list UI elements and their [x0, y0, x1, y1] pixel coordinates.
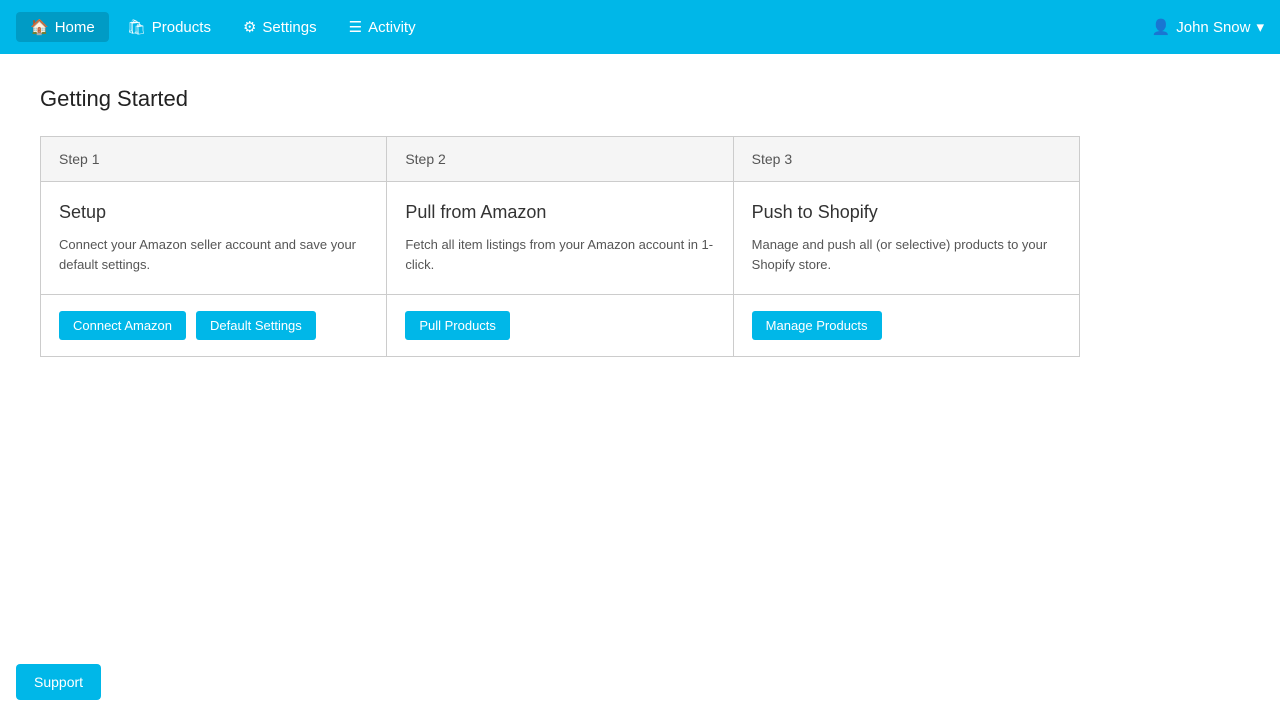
products-icon: 🛍	[127, 18, 146, 36]
home-icon: 🏠	[30, 18, 49, 36]
step-3-desc: Manage and push all (or selective) produ…	[752, 235, 1061, 274]
navbar: 🏠 Home 🛍 Products ⚙ Settings ☰ Activity …	[0, 0, 1280, 54]
step-3-body: Push to Shopify Manage and push all (or …	[734, 182, 1079, 294]
support-button[interactable]: Support	[16, 664, 101, 700]
nav-item-settings[interactable]: ⚙ Settings	[229, 12, 331, 42]
navbar-left: 🏠 Home 🛍 Products ⚙ Settings ☰ Activity	[16, 12, 430, 42]
user-icon: 👤	[1152, 18, 1171, 36]
step-1-desc: Connect your Amazon seller account and s…	[59, 235, 368, 274]
user-name: John Snow	[1176, 19, 1250, 36]
step-1-title: Setup	[59, 202, 368, 223]
page-title: Getting Started	[40, 86, 1240, 112]
step-2-title: Pull from Amazon	[405, 202, 714, 223]
step-3-footer: Manage Products	[734, 295, 1079, 356]
user-menu[interactable]: 👤 John Snow ▾	[1152, 18, 1264, 36]
step-2-header: Step 2	[387, 137, 733, 181]
nav-item-products[interactable]: 🛍 Products	[113, 12, 225, 42]
step-1-body: Setup Connect your Amazon seller account…	[41, 182, 387, 294]
nav-label-settings: Settings	[262, 19, 316, 36]
nav-item-home[interactable]: 🏠 Home	[16, 12, 109, 42]
step-3-title: Push to Shopify	[752, 202, 1061, 223]
default-settings-button[interactable]: Default Settings	[196, 311, 316, 340]
settings-icon: ⚙	[243, 18, 256, 36]
steps-footer-row: Connect Amazon Default Settings Pull Pro…	[41, 295, 1079, 356]
nav-label-products: Products	[152, 19, 211, 36]
step-2-body: Pull from Amazon Fetch all item listings…	[387, 182, 733, 294]
steps-table: Step 1 Step 2 Step 3 Setup Connect your …	[40, 136, 1080, 357]
nav-label-home: Home	[55, 19, 95, 36]
step-1-footer: Connect Amazon Default Settings	[41, 295, 387, 356]
step-1-header: Step 1	[41, 137, 387, 181]
dropdown-chevron-icon: ▾	[1256, 18, 1264, 36]
steps-header-row: Step 1 Step 2 Step 3	[41, 137, 1079, 182]
step-2-desc: Fetch all item listings from your Amazon…	[405, 235, 714, 274]
nav-label-activity: Activity	[368, 19, 416, 36]
connect-amazon-button[interactable]: Connect Amazon	[59, 311, 186, 340]
steps-body-row: Setup Connect your Amazon seller account…	[41, 182, 1079, 295]
manage-products-button[interactable]: Manage Products	[752, 311, 882, 340]
main-content: Getting Started Step 1 Step 2 Step 3 Set…	[0, 54, 1280, 389]
step-2-footer: Pull Products	[387, 295, 733, 356]
activity-icon: ☰	[349, 18, 362, 36]
nav-item-activity[interactable]: ☰ Activity	[335, 12, 430, 42]
pull-products-button[interactable]: Pull Products	[405, 311, 510, 340]
step-3-header: Step 3	[734, 137, 1079, 181]
